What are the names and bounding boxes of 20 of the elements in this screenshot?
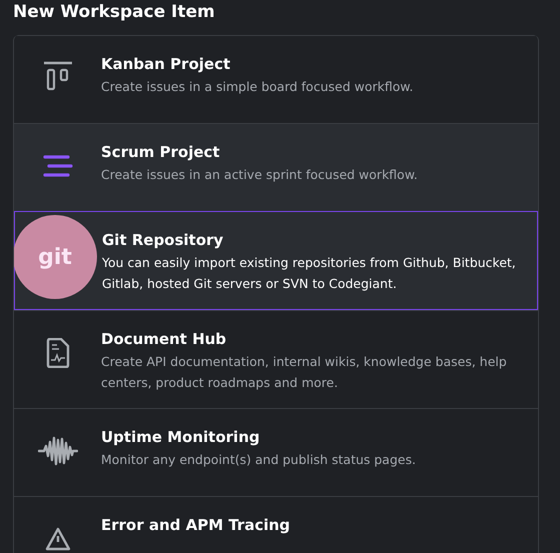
item-title: Error and APM Tracing	[101, 516, 292, 534]
workspace-item-option[interactable]: Error and APM Tracing	[14, 496, 538, 553]
item-title: Git Repository	[102, 231, 224, 249]
item-title: Scrum Project	[101, 143, 221, 161]
item-title: Uptime Monitoring	[101, 428, 261, 446]
dialog-title: New Workspace Item	[13, 2, 216, 22]
item-description: Create API documentation, internal wikis, knowledge bases, help centers, product roadmaps and more.	[101, 353, 508, 392]
item-title: Document Hub	[101, 330, 228, 348]
item-description: Create issues in a simple board focused workflow.	[101, 78, 414, 96]
waveform-icon	[38, 435, 78, 467]
item-description: You can easily import existing repositories from Github, Bitbucket, Gitlab, hosted Git servers or SVN to Codegiant.	[102, 254, 517, 293]
item-description: Monitor any endpoint(s) and publish status pages.	[101, 451, 417, 469]
three-lines-icon	[42, 154, 72, 178]
item-title: Kanban Project	[101, 55, 232, 73]
item-description: Create issues in an active sprint focused workflow.	[101, 166, 419, 184]
document-icon	[46, 338, 70, 368]
workspace-item-option[interactable]: git Git Repository You can easily import existing repositories from Github, Bitbucket, Gitlab, hosted Git servers or SVN to Codegiant.	[14, 211, 538, 310]
warning-icon	[44, 527, 70, 551]
git-logo-icon: git	[14, 215, 97, 299]
workspace-item-option[interactable]: Scrum Project Create issues in an active sprint focused workflow.	[14, 123, 538, 211]
